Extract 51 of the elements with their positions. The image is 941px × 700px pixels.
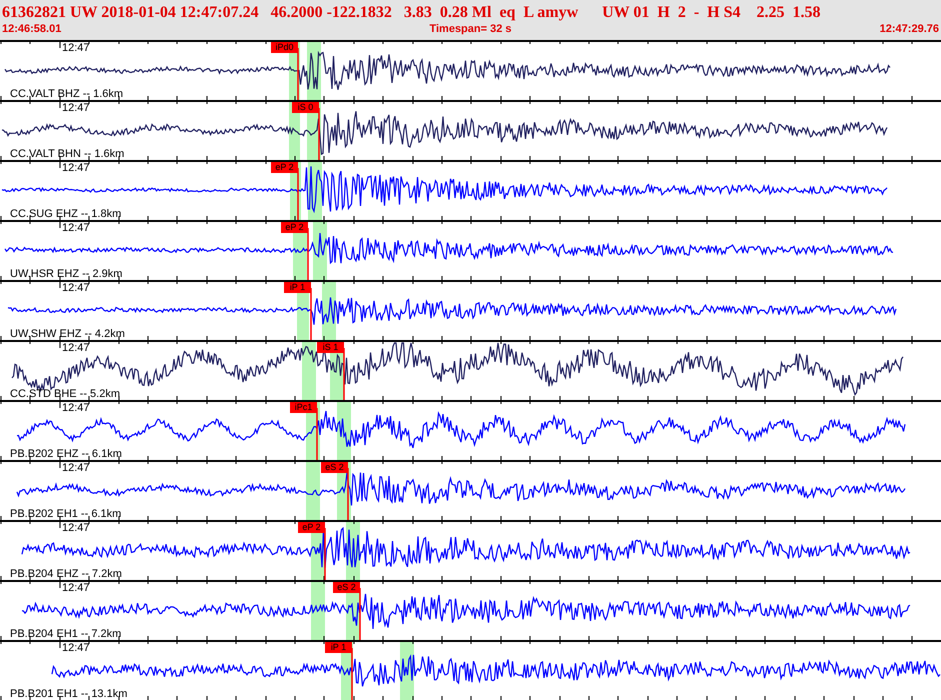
pick-flag[interactable]: eP 2 [271,162,298,173]
pick-flag[interactable]: eS 2 [333,582,360,593]
timespan-label: Timespan= 32 s [429,22,512,37]
time-label: 12:47 [62,162,90,174]
pick-window-band [306,462,320,520]
pick-window-band [311,582,325,640]
pick-line [310,288,312,340]
pick-line [347,468,349,520]
time-label: 12:47 [62,222,90,234]
pick-flag[interactable]: iS 1 [317,342,344,353]
time-label: 12:47 [62,462,90,474]
station-label: CC.VALT BHZ -- 1.6km [10,88,124,100]
time-label: 12:47 [62,642,90,654]
pick-flag[interactable]: eP 2 [298,522,325,533]
station-label: CC.SUG EHZ -- 1.8km [10,208,122,220]
pick-flag[interactable]: iS 0 [292,102,319,113]
station-label: PB.B204 EH1 -- 7.2km [10,628,122,640]
pick-flag[interactable]: iP 1 [325,642,352,653]
time-label: 12:47 [62,582,90,594]
time-label: 12:47 [62,522,90,534]
pick-line [343,348,345,400]
pick-flag[interactable]: eP 2 [281,222,308,233]
time-label: 12:47 [62,282,90,294]
pick-flag[interactable]: iP 1 [284,282,311,293]
time-label: 12:47 [62,342,90,354]
station-label: UW.SHW EHZ -- 4.2km [10,328,125,340]
start-time: 12:46:58.01 [2,22,62,37]
pick-flag[interactable]: iPc1 [290,402,317,413]
pick-line [351,648,353,700]
pick-line [316,408,318,460]
pick-line [307,228,309,280]
time-label: 12:47 [62,42,90,54]
pick-line [359,588,361,640]
pick-line [324,528,326,580]
station-label: CC.STD BHE -- 5.2km [10,388,120,400]
station-label: PB.B201 EH1 -- 13.1km [10,688,128,700]
pick-flag[interactable]: eS 2 [321,462,348,473]
station-label: PB.B204 EHZ -- 7.2km [10,568,122,580]
pick-window-band [302,342,316,400]
pick-line [318,108,320,160]
station-label: UW.HSR EHZ -- 2.9km [10,268,122,280]
pick-line [297,48,299,100]
time-label: 12:47 [62,102,90,114]
time-label: 12:47 [62,402,90,414]
pick-flag[interactable]: iPd0 [271,42,298,53]
station-label: CC.VALT BHN -- 1.6km [10,148,124,160]
pick-line [297,168,299,220]
end-time: 12:47:29.76 [880,22,939,37]
station-label: PB.B202 EHZ -- 6.1km [10,448,122,460]
station-label: PB.B202 EH1 -- 6.1km [10,508,122,520]
event-summary: 61362821 UW 2018-01-04 12:47:07.24 46.2000 -122.1832 3.83 0.28 Ml eq L amyw UW 01 H 2 - H S4 2.25 1.58 [2,3,822,22]
